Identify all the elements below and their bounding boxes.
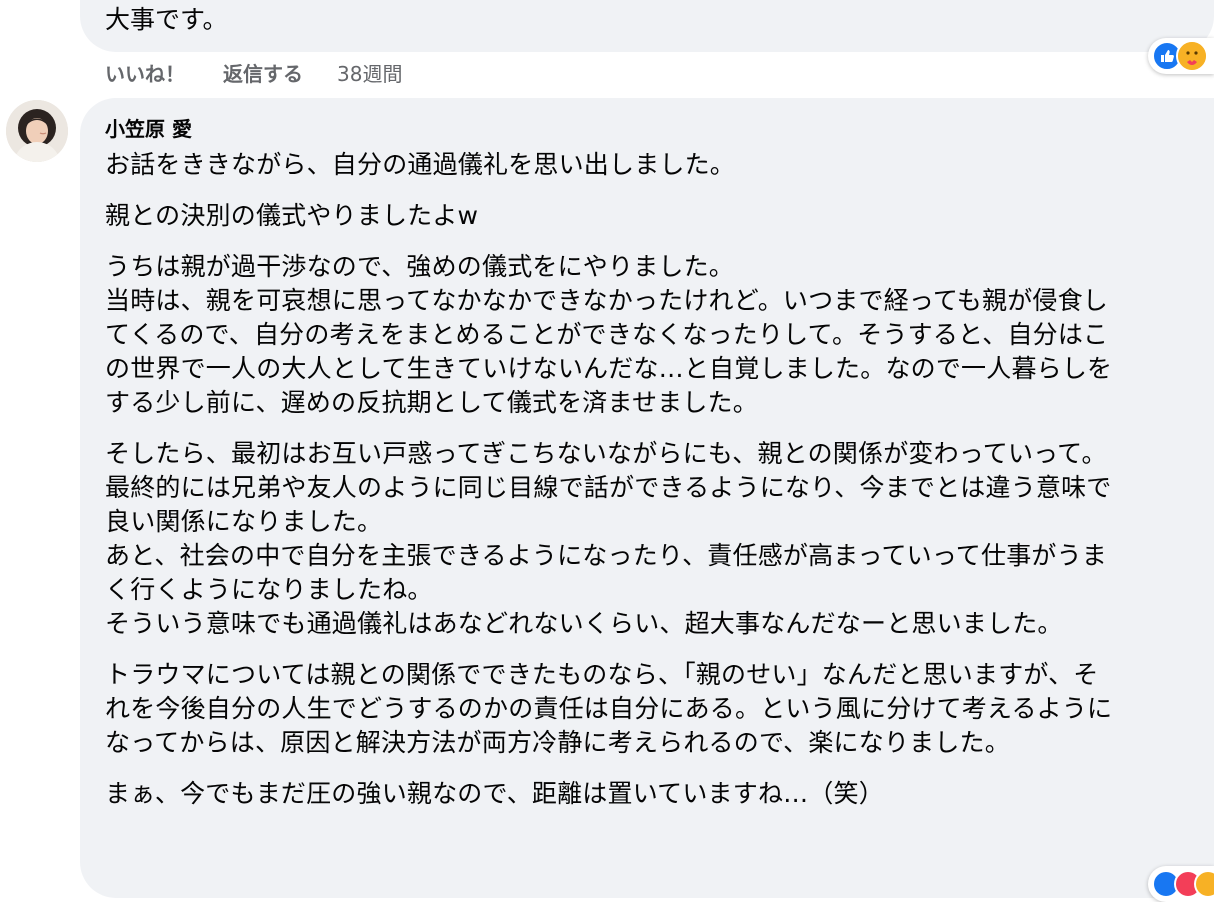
comment-line: トラウマについては親との関係でできたものなら、「親のせい」なんだと思いますが、そ bbox=[105, 660, 1099, 689]
comment-line: 最終的には兄弟や友人のように同じ目線で話ができるようになり、今までとは違う意味で bbox=[105, 473, 1112, 502]
comment-line: の世界で一人の大人として生きていけないんだな…と自覚しました。なので一人暮らしを bbox=[105, 354, 1113, 383]
care-icon bbox=[1194, 870, 1214, 898]
like-button[interactable]: いいね！ bbox=[105, 58, 185, 87]
comment-paragraph: お話をききながら、自分の通過儀礼を思い出しました。 bbox=[105, 148, 1211, 182]
comment-line: 当時は、親を可哀想に思ってなかなかできなかったけれど。いつまで経っても親が侵食し bbox=[105, 286, 1109, 315]
comment-line: まぁ、今でもまだ圧の強い親なので、距離は置いていますね…（笑） bbox=[105, 779, 884, 808]
comment-paragraph: トラウマについては親との関係でできたものなら、「親のせい」なんだと思いますが、そ… bbox=[105, 658, 1211, 760]
comment-line: そしたら、最初はお互い戸惑ってぎこちないながらにも、親との関係が変わっていって。 bbox=[105, 439, 1107, 468]
comment-line: うちは親が過干渉なので、強めの儀式をにやりました。 bbox=[105, 252, 735, 281]
comment-line: お話をききながら、自分の通過儀礼を思い出しました。 bbox=[105, 150, 736, 179]
comment-timestamp[interactable]: 38週間 bbox=[337, 58, 402, 87]
reaction-summary[interactable] bbox=[1148, 866, 1214, 902]
previous-comment-text: 大事です。 bbox=[105, 5, 228, 34]
comment-line: する少し前に、遅めの反抗期として儀式を済ませました。 bbox=[105, 388, 758, 417]
comment-line: そういう意味でも通過儀礼はあなどれないくらい、超大事なんだなーと思いました。 bbox=[105, 609, 1063, 638]
comment-paragraph: 親との決別の儀式やりましたよw bbox=[105, 199, 1211, 233]
comment-line: く行くようになりましたね。 bbox=[105, 575, 433, 604]
comment-paragraph: まぁ、今でもまだ圧の強い親なので、距離は置いていますね…（笑） bbox=[105, 777, 1211, 811]
previous-comment-bubble bbox=[80, 0, 1214, 52]
comment-line: なってからは、原因と解決方法が両方冷静に考えられるので、楽になりました。 bbox=[105, 728, 1010, 757]
comment-line: てくるので、自分の考えをまとめることができなくなったりして。そうすると、自分はこ bbox=[105, 320, 1109, 349]
comment-actions: いいね！ 返信する 38週間 bbox=[105, 58, 402, 86]
avatar[interactable] bbox=[6, 100, 68, 162]
reaction-summary[interactable] bbox=[1148, 38, 1214, 74]
comment-body: お話をききながら、自分の通過儀礼を思い出しました。 親との決別の儀式やりましたよ… bbox=[105, 148, 1211, 828]
comment-line: れを今後自分の人生でどうするのかの責任は自分にある。という風に分けて考えるように bbox=[105, 694, 1113, 723]
comment-paragraph: そしたら、最初はお互い戸惑ってぎこちないながらにも、親との関係が変わっていって。… bbox=[105, 437, 1211, 641]
comment-line: あと、社会の中で自分を主張できるようになったり、責任感が高まっていって仕事がうま bbox=[105, 541, 1108, 570]
comment-paragraph: うちは親が過干渉なので、強めの儀式をにやりました。 当時は、親を可哀想に思ってな… bbox=[105, 250, 1211, 420]
comment-author-name[interactable]: 小笠原 愛 bbox=[105, 115, 192, 143]
comment-line: 良い関係になりました。 bbox=[105, 507, 383, 536]
comment-line: 親との決別の儀式やりましたよw bbox=[105, 201, 479, 230]
care-icon bbox=[1176, 40, 1208, 72]
reply-button[interactable]: 返信する bbox=[223, 58, 303, 87]
